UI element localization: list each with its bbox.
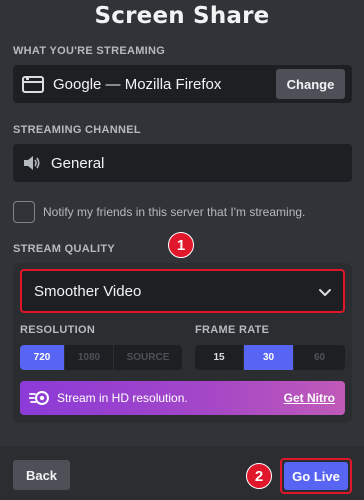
- speaker-icon: [24, 156, 40, 170]
- stream-quality-panel: Smoother Video RESOLUTION 720 1080 SOURC…: [13, 263, 352, 423]
- frame-rate-label: FRAME RATE: [195, 324, 270, 336]
- channel-section-label: STREAMING CHANNEL: [13, 124, 141, 136]
- channel-name: General: [51, 154, 105, 172]
- dialog-footer: Back Go Live 2: [0, 446, 364, 500]
- frame-rate-option-30[interactable]: 30: [243, 345, 293, 370]
- nitro-upsell-bar: Stream in HD resolution. Get Nitro: [20, 381, 345, 415]
- notify-row: Notify my friends in this server that I'…: [13, 201, 305, 223]
- nitro-icon: [29, 391, 49, 405]
- back-button[interactable]: Back: [13, 460, 70, 490]
- resolution-option-1080[interactable]: 1080: [64, 345, 113, 370]
- streaming-channel-box[interactable]: General: [13, 144, 352, 182]
- annotation-badge-1: 1: [168, 232, 194, 258]
- streaming-source-box: Google — Mozilla Firefox Change: [13, 65, 352, 103]
- go-live-highlight: Go Live: [280, 458, 352, 494]
- change-button[interactable]: Change: [276, 69, 345, 99]
- annotation-badge-2: 2: [246, 463, 272, 489]
- notify-label: Notify my friends in this server that I'…: [43, 205, 306, 219]
- resolution-option-source[interactable]: SOURCE: [113, 345, 182, 370]
- frame-rate-selector: 15 30 60: [195, 345, 345, 370]
- resolution-option-720[interactable]: 720: [20, 345, 64, 370]
- get-nitro-link[interactable]: Get Nitro: [284, 391, 335, 405]
- streaming-source-text: Google — Mozilla Firefox: [53, 75, 222, 93]
- resolution-selector: 720 1080 SOURCE: [20, 345, 182, 370]
- dialog-title: Screen Share: [94, 3, 270, 29]
- go-live-button[interactable]: Go Live: [284, 462, 348, 490]
- quality-preset-dropdown[interactable]: Smoother Video: [20, 269, 345, 313]
- quality-preset-value: Smoother Video: [34, 282, 142, 300]
- notify-checkbox[interactable]: [13, 201, 35, 223]
- quality-section-label: STREAM QUALITY: [13, 243, 115, 255]
- streaming-section-label: WHAT YOU'RE STREAMING: [13, 45, 166, 57]
- frame-rate-option-15[interactable]: 15: [195, 345, 243, 370]
- nitro-upsell-text: Stream in HD resolution.: [57, 391, 188, 405]
- window-icon: [22, 75, 44, 93]
- frame-rate-option-60[interactable]: 60: [293, 345, 345, 370]
- resolution-label: RESOLUTION: [20, 324, 96, 336]
- chevron-down-icon: [319, 289, 331, 296]
